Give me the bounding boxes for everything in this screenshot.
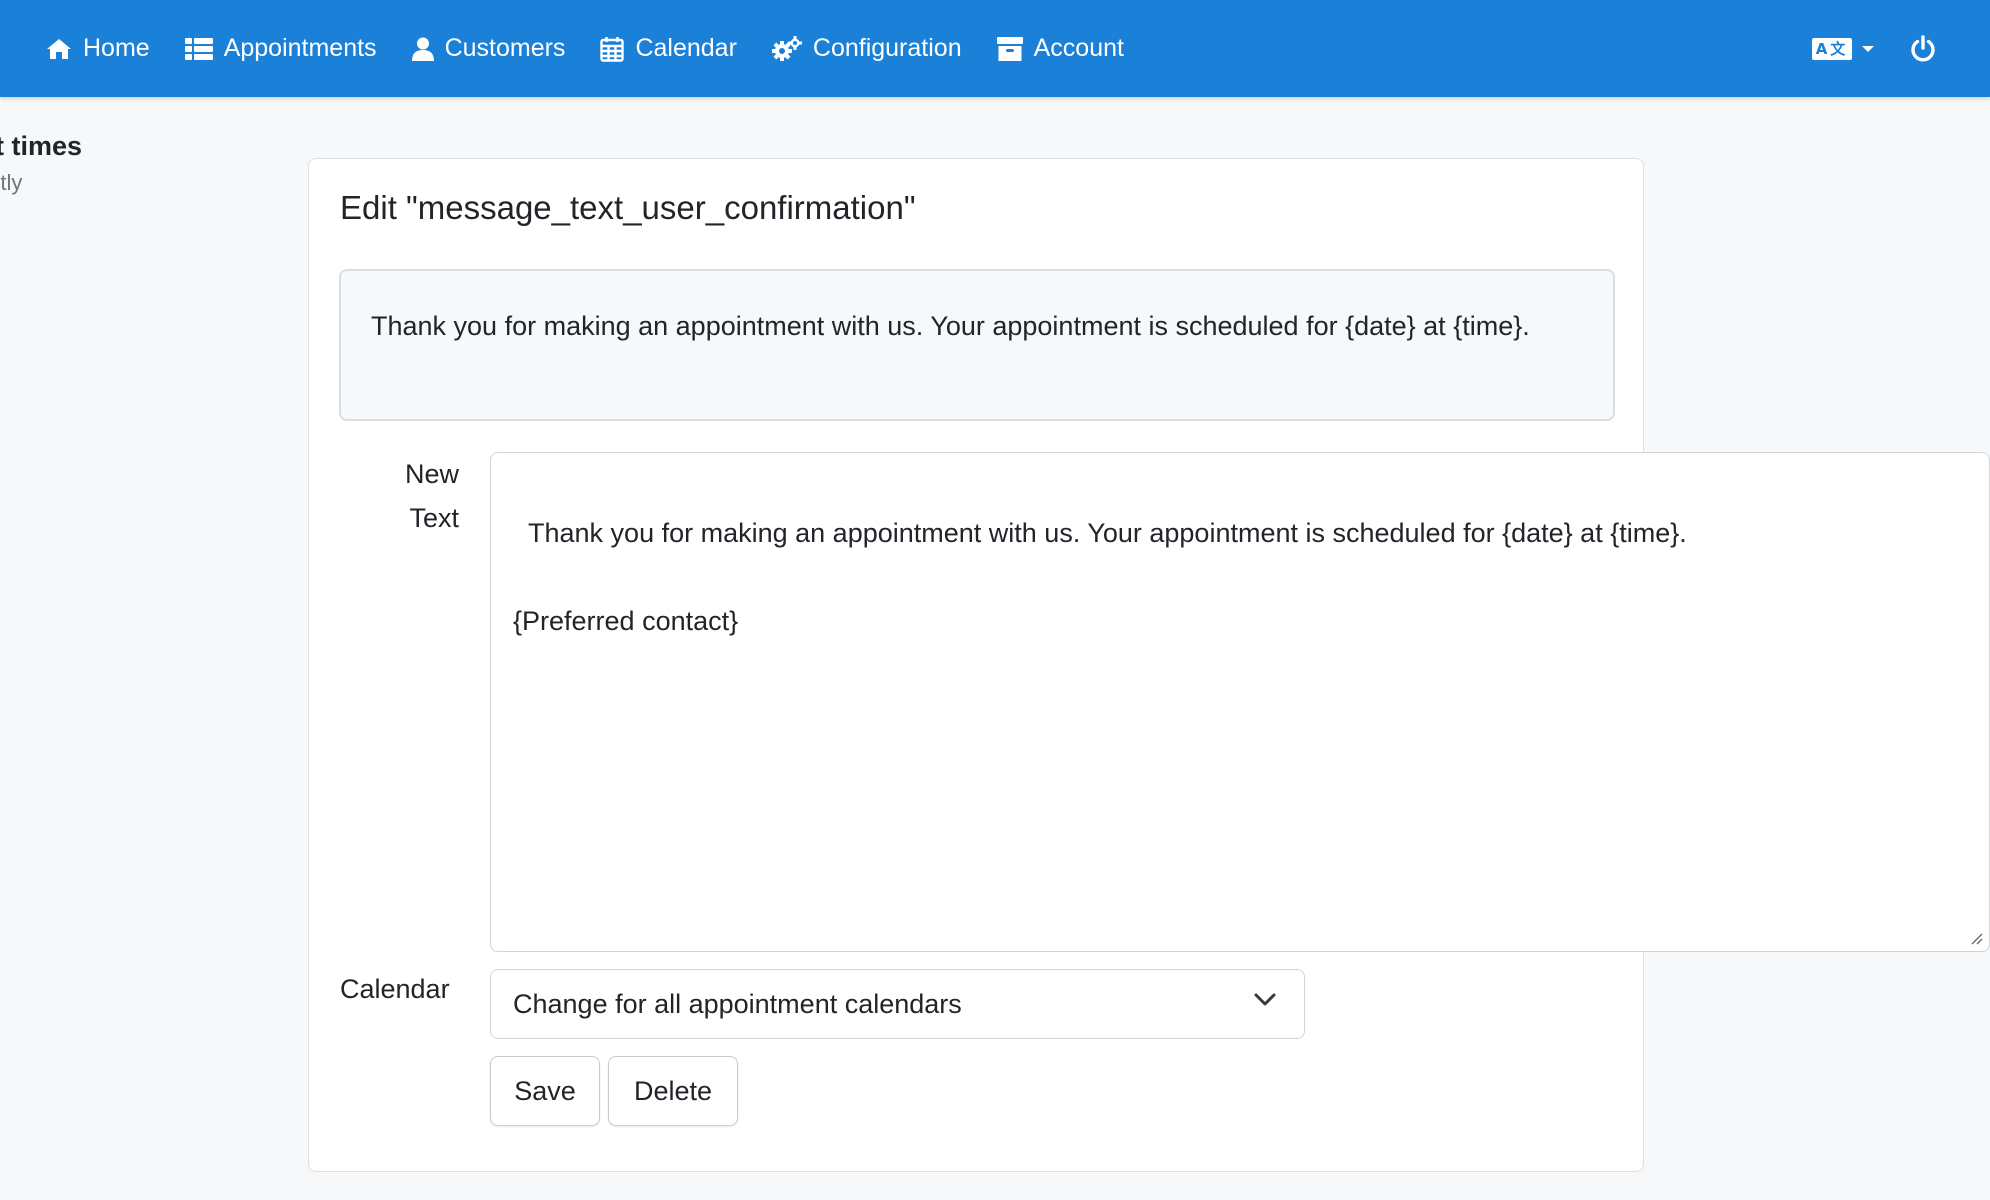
list-icon xyxy=(184,37,213,60)
nav-home[interactable]: Home xyxy=(46,34,150,63)
nav-customers-label: Customers xyxy=(444,34,566,62)
caret-down-icon xyxy=(1862,45,1874,52)
sidebar-item-title[interactable]: ntment times xyxy=(0,131,82,162)
resize-handle-icon[interactable] xyxy=(1969,931,1983,945)
nav-calendar[interactable]: Calendar xyxy=(600,34,737,63)
nav-home-label: Home xyxy=(83,34,150,62)
new-text-value: Thank you for making an appointment with… xyxy=(513,518,1687,636)
calendar-label: Calendar xyxy=(340,974,450,1004)
calendar-select-value: Change for all appointment calendars xyxy=(513,988,962,1019)
new-text-label: New Text xyxy=(397,452,459,540)
new-text-label-line2: Text xyxy=(409,503,459,533)
nav-account-label: Account xyxy=(1033,34,1124,62)
archive-icon xyxy=(996,36,1023,61)
language-icon: A文 xyxy=(1812,37,1852,60)
nav-appointments-label: Appointments xyxy=(223,34,377,62)
power-icon[interactable] xyxy=(1910,34,1936,63)
home-icon xyxy=(46,38,72,60)
delete-button[interactable]: Delete xyxy=(608,1056,738,1126)
nav-configuration-label: Configuration xyxy=(812,34,962,62)
nav-account[interactable]: Account xyxy=(996,34,1124,63)
chevron-down-icon xyxy=(1254,993,1276,1006)
nav-configuration[interactable]: Configuration xyxy=(771,34,962,63)
nav-calendar-label: Calendar xyxy=(635,34,737,62)
nav-appointments[interactable]: Appointments xyxy=(184,34,377,63)
new-text-textarea[interactable]: Thank you for making an appointment with… xyxy=(490,452,1990,952)
new-text-label-line1: New xyxy=(404,459,459,489)
calendar-select[interactable]: Change for all appointment calendars xyxy=(490,969,1305,1039)
user-icon xyxy=(411,37,434,61)
save-button[interactable]: Save xyxy=(490,1056,600,1126)
nav-customers[interactable]: Customers xyxy=(411,34,566,63)
sidebar-item-subtitle: urrently xyxy=(0,170,23,195)
page-title: Edit "message_text_user_confirmation" xyxy=(340,189,916,226)
top-navbar: Home Appointments Customers Calendar Con… xyxy=(0,0,1990,97)
calendar-icon xyxy=(600,36,625,62)
language-dropdown[interactable]: A文 xyxy=(1812,37,1874,60)
gears-icon xyxy=(771,35,802,62)
navbar-right: A文 xyxy=(1812,0,1936,97)
current-text-box: Thank you for making an appointment with… xyxy=(339,269,1615,421)
